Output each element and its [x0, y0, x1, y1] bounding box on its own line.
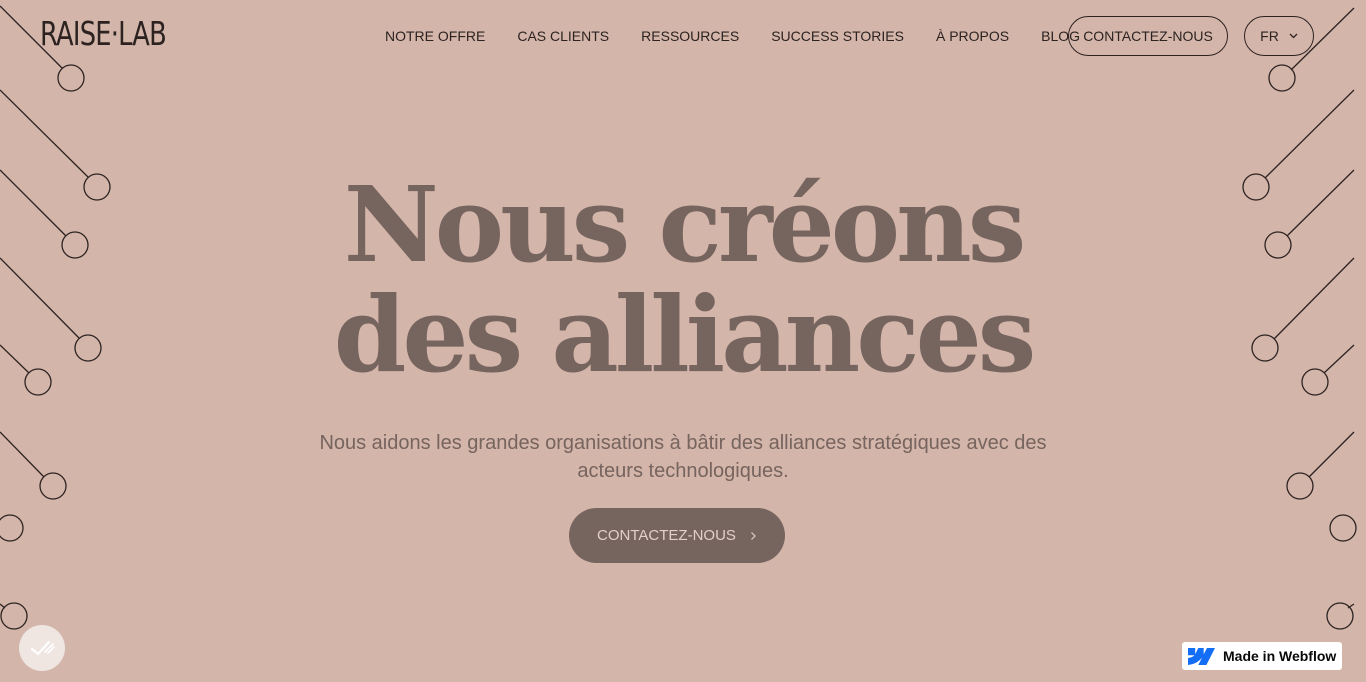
webflow-logo-icon — [1188, 647, 1215, 665]
language-selector[interactable]: FR — [1244, 16, 1314, 56]
nav-item-success-stories[interactable]: SUCCESS STORIES — [771, 28, 904, 44]
nav-item-a-propos[interactable]: À PROPOS — [936, 28, 1009, 44]
chevron-down-icon — [1289, 33, 1298, 39]
hero-subtitle: Nous aidons les grandes organisations à … — [319, 432, 1047, 482]
cookie-consent-button[interactable] — [19, 625, 65, 671]
chevron-right-icon — [751, 531, 756, 540]
hero-title-line-2: des alliances — [333, 273, 1037, 396]
nav-item-cas-clients[interactable]: CAS CLIENTS — [517, 28, 609, 44]
nav-item-notre-offre[interactable]: NOTRE OFFRE — [385, 28, 485, 44]
nav-contact-button[interactable]: CONTACTEZ-NOUS — [1068, 16, 1228, 56]
brand-logo[interactable]: RAISE·LAB — [40, 14, 167, 54]
hero-contact-button[interactable]: CONTACTEZ-NOUS — [569, 508, 785, 563]
nav-item-ressources[interactable]: RESSOURCES — [641, 28, 739, 44]
made-in-webflow-badge[interactable]: Made in Webflow — [1182, 642, 1342, 670]
hero-contact-label: CONTACTEZ-NOUS — [597, 527, 736, 544]
webflow-badge-label: Made in Webflow — [1223, 648, 1337, 664]
cookie-check-icon — [30, 640, 55, 656]
main-nav: NOTRE OFFRE CAS CLIENTS RESSOURCES SUCCE… — [385, 16, 1112, 56]
language-label: FR — [1260, 28, 1279, 44]
hero-title-line-1: Nous créons — [343, 163, 1027, 286]
hero-title: Nous créons des alliances — [0, 170, 1366, 390]
